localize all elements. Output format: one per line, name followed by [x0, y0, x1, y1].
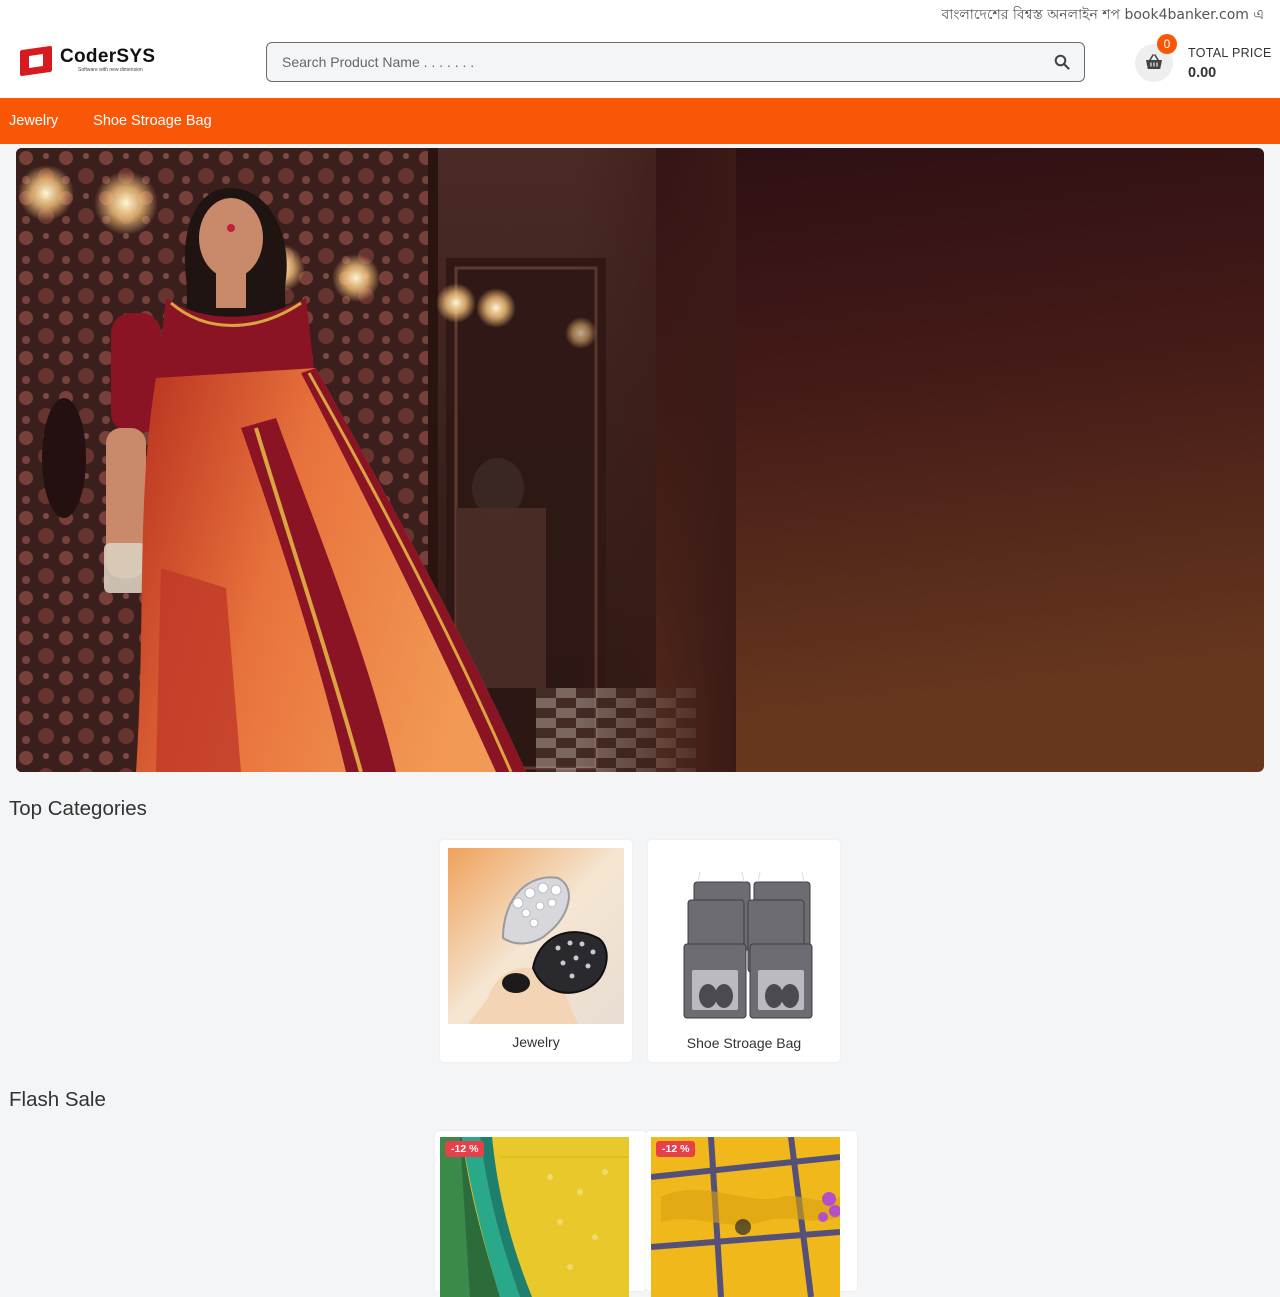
- cart-button[interactable]: 0: [1135, 34, 1177, 82]
- logo-name: CoderSYS: [60, 46, 156, 67]
- hero-banner[interactable]: [16, 148, 1264, 772]
- logo-tagline: Software with new dimension: [78, 67, 143, 73]
- search-icon[interactable]: [1054, 54, 1072, 72]
- search-input[interactable]: [267, 43, 1084, 81]
- discount-badge: -12 %: [656, 1141, 696, 1157]
- category-image-jewelry: [448, 848, 624, 1024]
- category-label-shoe-storage-bag: Shoe Stroage Bag: [686, 1035, 802, 1051]
- basket-icon: [1146, 54, 1162, 69]
- product-image-2: [651, 1137, 840, 1297]
- hero-banner-image: [16, 148, 1264, 772]
- category-nav: Jewelry Shoe Stroage Bag: [0, 98, 1280, 144]
- category-card-shoe-storage-bag[interactable]: Shoe Stroage Bag: [648, 840, 840, 1062]
- site-logo[interactable]: CoderSYS Software with new dimension: [20, 45, 156, 77]
- section-title-top-categories: Top Categories: [9, 797, 147, 820]
- flash-sale-card-2[interactable]: -12 %: [646, 1131, 857, 1297]
- nav-item-jewelry[interactable]: Jewelry: [9, 113, 58, 129]
- discount-badge: -12 %: [445, 1141, 485, 1157]
- product-image-1: [440, 1137, 629, 1297]
- nav-item-shoe-storage-bag[interactable]: Shoe Stroage Bag: [93, 113, 212, 129]
- cart-count-badge: 0: [1157, 34, 1177, 54]
- ticker-text: বাংলাদেশের বিশ্বস্ত অনলাইন শপ book4banke…: [941, 7, 1264, 23]
- total-price-label: TOTAL PRICE: [1188, 46, 1272, 60]
- category-label-jewelry: Jewelry: [512, 1034, 560, 1050]
- total-price-value: 0.00: [1188, 65, 1217, 81]
- site-header: CoderSYS Software with new dimension 0 T…: [0, 24, 1280, 98]
- category-card-jewelry[interactable]: Jewelry: [440, 840, 632, 1062]
- search-bar: [266, 42, 1085, 82]
- category-image-shoe-storage-bag: [656, 848, 832, 1024]
- announcement-ticker: বাংলাদেশের বিশ্বস্ত অনলাইন শপ book4banke…: [0, 0, 1280, 24]
- section-title-flash-sale: Flash Sale: [9, 1088, 106, 1111]
- flash-sale-card-1[interactable]: -12 %: [435, 1131, 646, 1297]
- logo-mark-icon: [20, 45, 54, 77]
